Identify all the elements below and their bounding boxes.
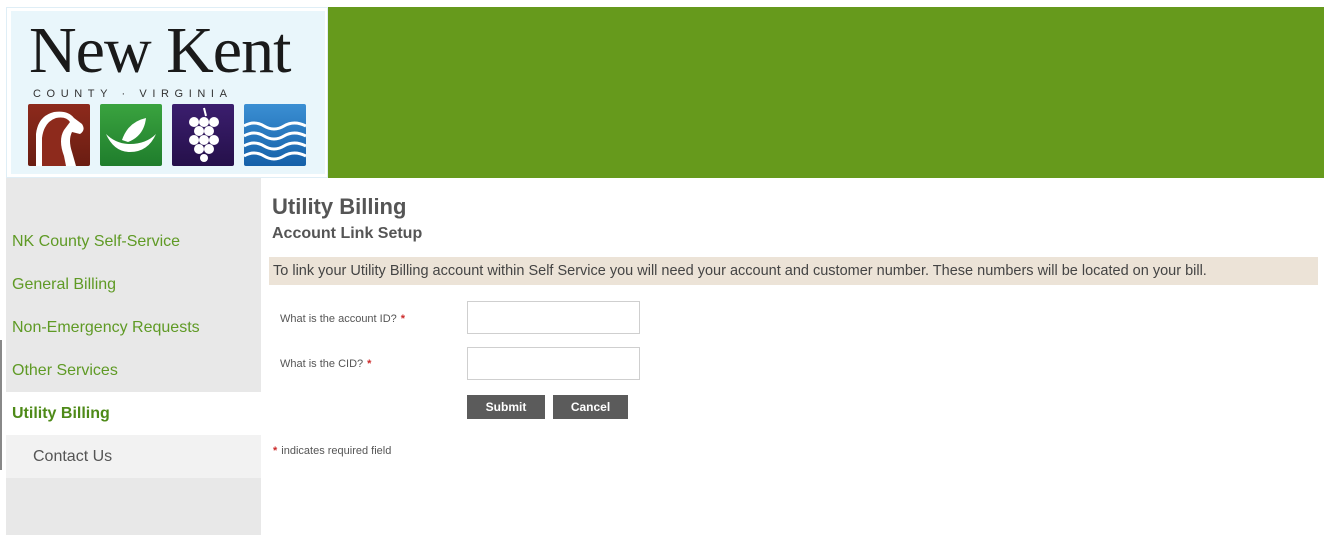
cancel-button[interactable]: Cancel [553,395,628,419]
page-title: Utility Billing [272,194,407,219]
info-text: To link your Utility Billing account wit… [273,263,1207,279]
sidebar: NK County Self-Service General Billing N… [6,178,261,535]
horse-icon [28,104,90,166]
required-field-note: * indicates required field [273,445,391,457]
info-banner: To link your Utility Billing account wit… [269,257,1318,285]
water-waves-icon [244,104,306,166]
submit-button[interactable]: Submit [467,395,545,419]
page-subtitle: Account Link Setup [272,225,423,242]
required-note-text: indicates required field [281,445,392,457]
logo-title: New Kent [29,14,291,87]
county-logo[interactable]: New Kent COUNTY · VIRGINIA [6,7,328,178]
account-id-label: What is the account ID? * [280,313,405,325]
logo-subtitle: COUNTY · VIRGINIA [33,88,233,100]
cid-label: What is the CID? * [280,358,371,370]
required-mark: * [367,358,372,370]
sidebar-item-other-services[interactable]: Other Services [6,349,261,392]
sidebar-item-non-emergency-requests[interactable]: Non-Emergency Requests [6,306,261,349]
required-mark: * [400,313,406,325]
account-id-input[interactable] [467,301,640,334]
sidebar-item-utility-billing[interactable]: Utility Billing [6,392,261,435]
required-mark: * [273,445,278,457]
leaf-hands-icon [100,104,162,166]
sidebar-item-contact-us[interactable]: Contact Us [6,435,261,478]
window-edge [0,340,2,470]
sidebar-item-nk-county-self-service[interactable]: NK County Self-Service [6,220,261,263]
cid-input[interactable] [467,347,640,380]
account-id-label-text: What is the account ID? [280,313,397,325]
cid-label-text: What is the CID? [280,358,364,370]
sidebar-item-general-billing[interactable]: General Billing [6,263,261,306]
grapes-icon [172,104,234,166]
